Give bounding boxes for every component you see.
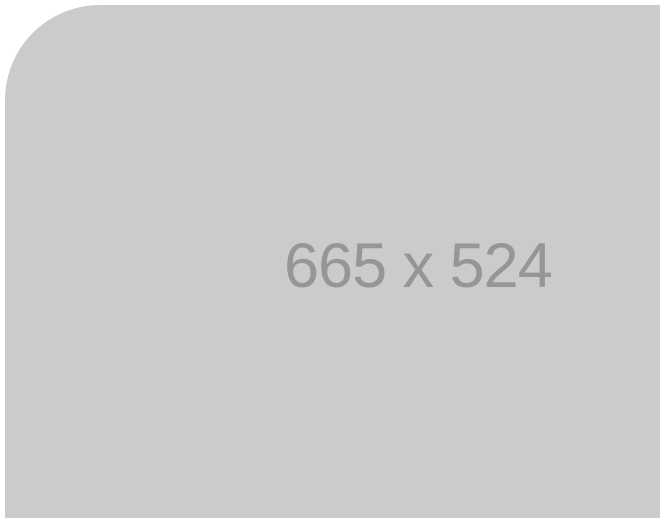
placeholder-image: 665 x 524 [5, 5, 660, 518]
placeholder-dimensions-label: 665 x 524 [284, 231, 553, 301]
